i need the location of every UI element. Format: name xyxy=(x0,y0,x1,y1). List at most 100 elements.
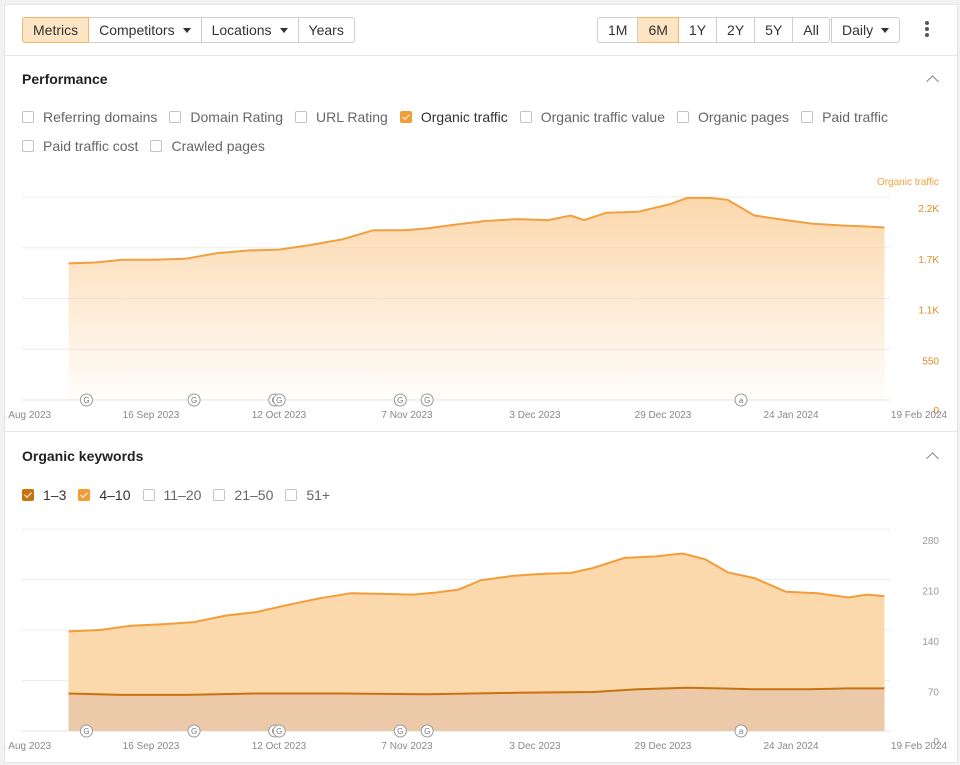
more-options-icon[interactable] xyxy=(925,21,929,39)
organic-keywords-title: Organic keywords xyxy=(22,448,144,464)
checkbox-icon xyxy=(150,140,163,152)
checkbox-icon xyxy=(142,489,155,501)
checkbox-paid-traffic-cost[interactable]: Paid traffic cost xyxy=(22,138,138,154)
range-all-label: All xyxy=(803,22,819,38)
checkbox-icon xyxy=(399,111,412,123)
range-6m-label: 6M xyxy=(648,22,668,38)
x-tick-label: 12 Oct 2023 xyxy=(252,410,307,421)
range-selector: 1M 6M 1Y 2Y 5Y All xyxy=(597,17,830,43)
y-tick-label: 70 xyxy=(928,688,940,699)
checkbox-url-rating-label: URL Rating xyxy=(316,109,388,125)
y-tick-label: 2.2K xyxy=(918,204,939,215)
collapse-performance-icon[interactable] xyxy=(926,75,939,88)
range-6m[interactable]: 6M xyxy=(638,17,679,43)
x-tick-label: 29 Dec 2023 xyxy=(635,741,692,752)
checkbox-icon xyxy=(22,140,34,152)
annotation-marker-label: a xyxy=(739,727,744,736)
annotation-marker-label: G xyxy=(191,396,197,405)
view-tabs: Metrics Competitors Locations Years xyxy=(22,17,355,43)
checkbox-icon xyxy=(213,489,226,501)
checkbox-domain-rating-label: Domain Rating xyxy=(190,109,283,125)
y-tick-label: 550 xyxy=(922,356,939,367)
checkbox-crawled-pages[interactable]: Crawled pages xyxy=(150,138,265,154)
checkbox-organic-traffic-value[interactable]: Organic traffic value xyxy=(519,109,665,125)
x-tick-label: 19 Feb 2024 xyxy=(891,410,948,421)
interval-label: Daily xyxy=(842,22,874,38)
y-tick-label: 140 xyxy=(922,637,939,648)
x-tick-label: 7 Nov 2023 xyxy=(381,741,433,752)
annotation-marker-label: a xyxy=(739,396,744,405)
tab-metrics-label: Metrics xyxy=(33,22,79,38)
checkbox-bucket-5[interactable]: 51+ xyxy=(285,487,330,503)
toolbar: Metrics Competitors Locations Years 1M 6… xyxy=(5,5,957,56)
x-tick-label: 19 Feb 2024 xyxy=(891,741,948,752)
checkbox-bucket-4-label: 21–50 xyxy=(234,487,274,503)
checkbox-organic-traffic-value-label: Organic traffic value xyxy=(540,109,665,125)
tab-locations-label: Locations xyxy=(211,22,272,38)
y-tick-label: 1.7K xyxy=(918,255,939,266)
checkbox-icon xyxy=(22,111,34,123)
interval-select[interactable]: Daily xyxy=(831,17,901,43)
x-tick-label: 21 Aug 2023 xyxy=(5,741,52,752)
annotation-marker-label: G xyxy=(276,396,282,405)
range-2y-label: 2Y xyxy=(727,22,745,38)
annotation-marker-label: G xyxy=(424,396,430,405)
series-area-organic-traffic xyxy=(68,197,885,400)
x-tick-label: 21 Aug 2023 xyxy=(5,410,52,421)
x-tick-label: 3 Dec 2023 xyxy=(509,410,561,421)
caret-down-icon xyxy=(279,27,288,33)
checkbox-bucket-1-label: 1–3 xyxy=(43,487,67,503)
checkbox-crawled-pages-label: Crawled pages xyxy=(171,138,265,154)
x-tick-label: 24 Jan 2024 xyxy=(763,741,818,752)
range-all[interactable]: All xyxy=(793,17,830,43)
range-1m[interactable]: 1M xyxy=(597,17,639,43)
checkbox-organic-traffic[interactable]: Organic traffic xyxy=(399,109,508,125)
tab-metrics[interactable]: Metrics xyxy=(22,17,90,43)
metric-checkbox-row-1: Referring domains Domain Rating URL Rating… xyxy=(22,109,900,125)
performance-title: Performance xyxy=(22,71,108,87)
collapse-keywords-icon[interactable] xyxy=(926,452,939,465)
checkbox-bucket-3[interactable]: 11–20 xyxy=(142,487,202,503)
checkbox-icon xyxy=(295,111,307,123)
organic-keywords-chart: 280210140700GGGGGGa21 Aug 202316 Sep 202… xyxy=(5,528,948,752)
caret-down-icon xyxy=(881,27,890,33)
checkbox-organic-traffic-label: Organic traffic xyxy=(420,109,508,125)
range-1m-label: 1M xyxy=(608,22,628,38)
range-2y[interactable]: 2Y xyxy=(717,17,756,43)
annotation-marker-label: G xyxy=(397,396,403,405)
checkbox-bucket-2[interactable]: 4–10 xyxy=(78,487,131,503)
checkbox-paid-traffic-label: Paid traffic xyxy=(822,109,888,125)
checkbox-bucket-5-label: 51+ xyxy=(306,487,331,503)
interval-select-wrap: Daily xyxy=(831,17,901,43)
annotation-marker-label: G xyxy=(397,727,403,736)
checkbox-bucket-3-label: 11–20 xyxy=(163,487,202,503)
checkbox-icon xyxy=(677,111,689,123)
tab-years-label: Years xyxy=(308,22,344,38)
overview-card: Metrics Competitors Locations Years 1M 6… xyxy=(4,4,958,763)
range-5y[interactable]: 5Y xyxy=(755,17,794,43)
checkbox-url-rating[interactable]: URL Rating xyxy=(295,109,388,125)
checkbox-icon xyxy=(78,489,91,501)
checkbox-bucket-4[interactable]: 21–50 xyxy=(213,487,273,503)
x-tick-label: 7 Nov 2023 xyxy=(381,410,433,421)
tab-years[interactable]: Years xyxy=(298,17,355,43)
checkbox-icon xyxy=(519,111,532,123)
y-tick-label: 280 xyxy=(922,536,939,547)
checkbox-bucket-1[interactable]: 1–3 xyxy=(22,487,66,503)
x-tick-label: 29 Dec 2023 xyxy=(635,410,692,421)
x-tick-label: 16 Sep 2023 xyxy=(123,410,180,421)
annotation-marker-label: G xyxy=(83,727,89,736)
tab-competitors[interactable]: Competitors xyxy=(89,17,202,43)
checkbox-paid-traffic-cost-label: Paid traffic cost xyxy=(43,138,139,154)
checkbox-paid-traffic[interactable]: Paid traffic xyxy=(801,109,888,125)
checkbox-icon xyxy=(801,111,814,123)
section-divider xyxy=(5,431,957,432)
checkbox-organic-pages[interactable]: Organic pages xyxy=(677,109,789,125)
checkbox-domain-rating[interactable]: Domain Rating xyxy=(169,109,283,125)
tab-locations[interactable]: Locations xyxy=(201,17,299,43)
checkbox-organic-pages-label: Organic pages xyxy=(698,109,790,125)
x-tick-label: 12 Oct 2023 xyxy=(252,741,307,752)
checkbox-bucket-2-label: 4–10 xyxy=(99,487,131,503)
checkbox-referring-domains[interactable]: Referring domains xyxy=(22,109,157,125)
range-1y[interactable]: 1Y xyxy=(678,17,718,43)
